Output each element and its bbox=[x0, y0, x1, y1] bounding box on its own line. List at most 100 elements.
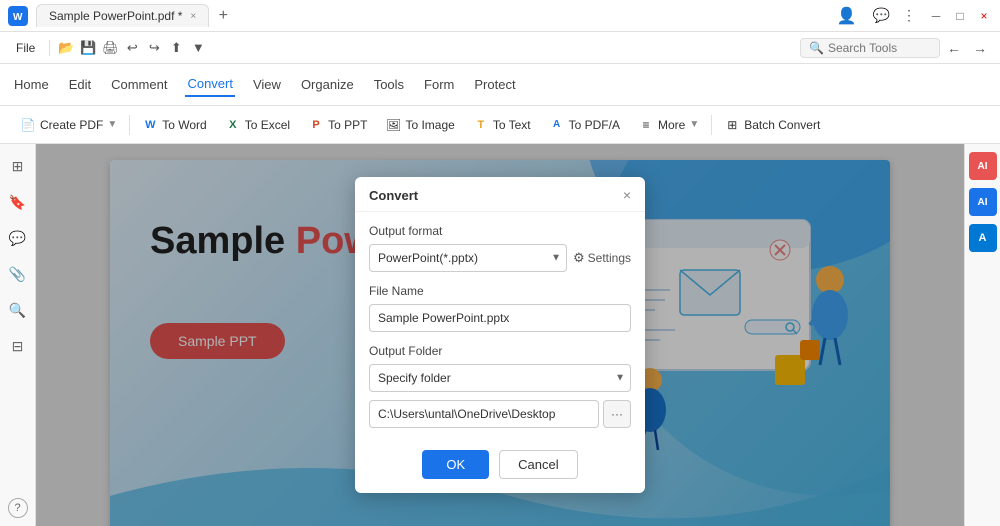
nav-view[interactable]: View bbox=[251, 73, 283, 96]
folder-select[interactable]: Specify folder bbox=[369, 364, 631, 392]
ai-red-icon[interactable]: AI bbox=[969, 152, 997, 180]
dialog-header: Convert × bbox=[355, 177, 645, 212]
window-controls: 👤 💬 ⋮ ─ □ × bbox=[837, 6, 992, 26]
search-bar[interactable]: 🔍 bbox=[800, 38, 940, 58]
folder-select-row: Specify folder ▼ bbox=[369, 364, 631, 392]
nav-back-button[interactable]: ← bbox=[942, 36, 966, 60]
cancel-button[interactable]: Cancel bbox=[499, 450, 577, 479]
create-pdf-icon: 📄 bbox=[20, 117, 36, 133]
to-excel-button[interactable]: X To Excel bbox=[217, 113, 298, 137]
action-toolbar: 📄 Create PDF ▼ W To Word X To Excel P To… bbox=[0, 106, 1000, 144]
excel-icon: X bbox=[225, 117, 241, 133]
chat-icon[interactable]: 💬 bbox=[873, 7, 890, 24]
pages-icon[interactable]: ⊞ bbox=[4, 152, 32, 180]
more-menu-button[interactable]: ▼ bbox=[188, 38, 208, 58]
file-menu[interactable]: File bbox=[8, 37, 43, 59]
format-select[interactable]: PowerPoint(*.pptx) Word(*.docx) bbox=[369, 244, 567, 272]
more-button[interactable]: ≡ More ▼ bbox=[630, 113, 707, 137]
create-pdf-label: Create PDF bbox=[40, 118, 103, 132]
save-button[interactable]: 💾 bbox=[78, 38, 98, 58]
to-excel-label: To Excel bbox=[245, 118, 290, 132]
maximize-button[interactable]: □ bbox=[952, 8, 968, 24]
pdfa-icon: A bbox=[549, 117, 565, 133]
more-icon: ≡ bbox=[638, 117, 654, 133]
image-icon: 🖼 bbox=[385, 117, 401, 133]
user-avatar[interactable]: 👤 bbox=[837, 6, 857, 26]
nav-comment[interactable]: Comment bbox=[109, 73, 169, 96]
toolbar-divider-2 bbox=[711, 115, 712, 135]
redo-button[interactable]: ↪ bbox=[144, 38, 164, 58]
nav-protect[interactable]: Protect bbox=[472, 73, 517, 96]
dialog-title: Convert bbox=[369, 188, 418, 203]
folder-path-row: ··· bbox=[369, 400, 631, 428]
create-pdf-button[interactable]: 📄 Create PDF ▼ bbox=[12, 113, 125, 137]
nav-toolbar: Home Edit Comment Convert View Organize … bbox=[0, 64, 1000, 106]
filename-label: File Name bbox=[369, 284, 631, 298]
active-tab[interactable]: Sample PowerPoint.pdf * × bbox=[36, 4, 209, 27]
to-text-label: To Text bbox=[493, 118, 531, 132]
help-button[interactable]: ? bbox=[8, 498, 28, 518]
attachment-icon[interactable]: 📎 bbox=[4, 260, 32, 288]
tab-title: Sample PowerPoint.pdf * bbox=[49, 9, 182, 23]
main-content: ⊞ 🔖 💬 📎 🔍 ⊟ ? bbox=[0, 144, 1000, 526]
to-image-button[interactable]: 🖼 To Image bbox=[377, 113, 462, 137]
document-area: Sample Pow Sample PPT bbox=[36, 144, 964, 526]
menu-divider bbox=[49, 40, 50, 56]
close-button[interactable]: × bbox=[976, 8, 992, 24]
to-ppt-button[interactable]: P To PPT bbox=[300, 113, 375, 137]
search-icon: 🔍 bbox=[809, 41, 824, 55]
to-pdfa-label: To PDF/A bbox=[569, 118, 620, 132]
bookmark-icon[interactable]: 🔖 bbox=[4, 188, 32, 216]
create-pdf-arrow: ▼ bbox=[107, 119, 117, 130]
folder-browse-button[interactable]: ··· bbox=[603, 400, 631, 428]
nav-form[interactable]: Form bbox=[422, 73, 456, 96]
format-select-wrapper: PowerPoint(*.pptx) Word(*.docx) ▼ bbox=[369, 244, 567, 272]
nav-organize[interactable]: Organize bbox=[299, 73, 356, 96]
open-button[interactable]: 📂 bbox=[56, 38, 76, 58]
to-word-label: To Word bbox=[162, 118, 206, 132]
ppt-icon: P bbox=[308, 117, 324, 133]
new-tab-button[interactable]: + bbox=[213, 6, 233, 26]
menubar: File 📂 💾 🖨 ↩ ↪ ⬆ ▼ 🔍 ← → bbox=[0, 32, 1000, 64]
text-icon: T bbox=[473, 117, 489, 133]
settings-button[interactable]: ⚙ Settings bbox=[573, 250, 631, 266]
ok-button[interactable]: OK bbox=[422, 450, 489, 479]
print-button[interactable]: 🖨 bbox=[100, 38, 120, 58]
layers-icon[interactable]: ⊟ bbox=[4, 332, 32, 360]
nav-items: Home Edit Comment Convert View Organize … bbox=[12, 72, 988, 97]
search-sidebar-icon[interactable]: 🔍 bbox=[4, 296, 32, 324]
output-format-label: Output format bbox=[369, 224, 631, 238]
nav-edit[interactable]: Edit bbox=[67, 73, 93, 96]
nav-tools[interactable]: Tools bbox=[372, 73, 406, 96]
dialog-close-button[interactable]: × bbox=[623, 187, 631, 203]
more-arrow: ▼ bbox=[689, 119, 699, 130]
more-icon[interactable]: ⋮ bbox=[902, 7, 916, 24]
upload-button[interactable]: ⬆ bbox=[166, 38, 186, 58]
minimize-button[interactable]: ─ bbox=[928, 8, 944, 24]
word-icon: W bbox=[142, 117, 158, 133]
to-word-button[interactable]: W To Word bbox=[134, 113, 214, 137]
ai-blue-icon[interactable]: AI bbox=[969, 188, 997, 216]
output-folder-label: Output Folder bbox=[369, 344, 631, 358]
output-format-row: PowerPoint(*.pptx) Word(*.docx) ▼ ⚙ Sett… bbox=[369, 244, 631, 272]
convert-dialog: Convert × Output format PowerPoint(*.ppt… bbox=[355, 177, 645, 493]
batch-convert-button[interactable]: ⊞ Batch Convert bbox=[716, 113, 828, 137]
undo-button[interactable]: ↩ bbox=[122, 38, 142, 58]
close-tab-button[interactable]: × bbox=[190, 11, 196, 22]
filename-row bbox=[369, 304, 631, 332]
nav-forward-button[interactable]: → bbox=[968, 36, 992, 60]
more-label: More bbox=[658, 118, 685, 132]
titlebar: W Sample PowerPoint.pdf * × + 👤 💬 ⋮ ─ □ … bbox=[0, 0, 1000, 32]
azure-icon[interactable]: A bbox=[969, 224, 997, 252]
nav-home[interactable]: Home bbox=[12, 73, 51, 96]
filename-input[interactable] bbox=[369, 304, 631, 332]
to-text-button[interactable]: T To Text bbox=[465, 113, 539, 137]
nav-convert[interactable]: Convert bbox=[185, 72, 235, 97]
batch-convert-label: Batch Convert bbox=[744, 118, 820, 132]
left-sidebar: ⊞ 🔖 💬 📎 🔍 ⊟ ? bbox=[0, 144, 36, 526]
to-pdfa-button[interactable]: A To PDF/A bbox=[541, 113, 628, 137]
search-input[interactable] bbox=[828, 41, 931, 55]
folder-path-input[interactable] bbox=[369, 400, 599, 428]
folder-select-wrapper: Specify folder ▼ bbox=[369, 364, 631, 392]
comment-sidebar-icon[interactable]: 💬 bbox=[4, 224, 32, 252]
